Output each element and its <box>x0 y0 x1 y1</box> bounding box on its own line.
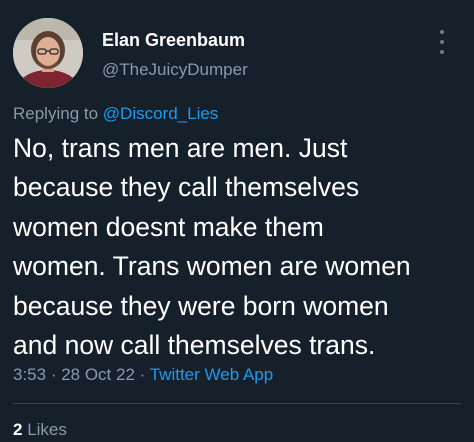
tweet-date[interactable]: 28 Oct 22 <box>61 365 135 384</box>
meta-separator: · <box>134 365 150 384</box>
tweet-metadata: 3:53 · 28 Oct 22 · Twitter Web App <box>13 365 273 385</box>
more-dot <box>440 40 444 44</box>
author-handle[interactable]: @TheJuicyDumper <box>102 60 248 80</box>
meta-separator: · <box>46 365 62 384</box>
more-dot <box>440 50 444 54</box>
reply-mention-link[interactable]: @Discord_Lies <box>103 104 219 123</box>
source-app-link[interactable]: Twitter Web App <box>150 365 273 384</box>
more-dot <box>440 30 444 34</box>
likes-link[interactable]: 2 Likes <box>13 420 67 440</box>
replying-to-prefix: Replying to <box>13 104 103 123</box>
tweet-time[interactable]: 3:53 <box>13 365 46 384</box>
likes-label: Likes <box>27 420 67 439</box>
replying-to: Replying to @Discord_Lies <box>13 104 218 124</box>
avatar-image <box>13 18 83 88</box>
divider <box>13 403 461 404</box>
more-options-icon[interactable] <box>434 30 450 54</box>
avatar[interactable] <box>13 18 83 88</box>
author-display-name[interactable]: Elan Greenbaum <box>102 30 245 51</box>
tweet-text: No, trans men are men. Just because they… <box>13 133 411 361</box>
likes-count: 2 <box>13 420 23 439</box>
